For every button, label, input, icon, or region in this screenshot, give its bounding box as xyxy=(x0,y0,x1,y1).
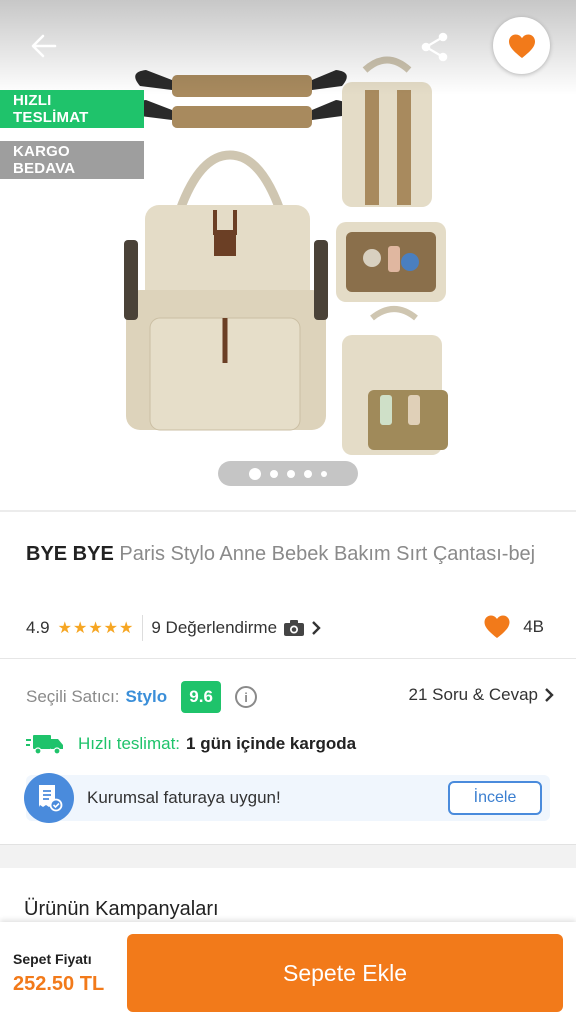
reviews-link[interactable]: 9 Değerlendirme xyxy=(151,618,321,638)
info-icon[interactable]: i xyxy=(235,686,258,708)
chevron-right-icon xyxy=(312,621,321,635)
fast-delivery-value: 1 gün içinde kargoda xyxy=(186,734,357,753)
section-separator xyxy=(0,844,576,868)
bottom-purchase-bar: Sepet Fiyatı 252.50 TL Sepete Ekle xyxy=(0,922,576,1024)
review-button[interactable]: İncele xyxy=(448,781,542,815)
favorites-count: 4B xyxy=(483,614,544,639)
back-button[interactable] xyxy=(24,26,64,66)
seller-name-link[interactable]: Stylo xyxy=(126,687,168,707)
free-shipping-badge: KARGO BEDAVA xyxy=(0,141,144,179)
delivery-truck-icon xyxy=(26,735,63,755)
rating-stars: ★★★★★ xyxy=(57,620,135,637)
reviews-count: 9 Değerlendirme xyxy=(151,618,278,637)
pagination-dot[interactable] xyxy=(287,469,295,478)
top-gradient xyxy=(0,0,576,95)
divider xyxy=(0,510,576,512)
backpack-open-view-image xyxy=(336,222,446,302)
product-image xyxy=(124,56,448,455)
invoice-icon xyxy=(24,773,74,823)
pagination-dot[interactable] xyxy=(270,469,278,478)
qa-link-label: 21 Soru & Cevap xyxy=(408,685,538,704)
seller-score-badge: 9.6 xyxy=(181,681,222,713)
seller-row: Seçili Satıcı: Stylo 9.6 i 21 Soru & Cev… xyxy=(26,680,554,714)
delivery-row: Hızlı teslimat: 1 gün içinde kargoda xyxy=(26,731,356,757)
campaigns-section-title: Ürünün Kampanyaları xyxy=(24,898,219,920)
gallery-pagination[interactable] xyxy=(218,461,358,486)
share-button[interactable] xyxy=(414,26,456,68)
invoice-text: Kurumsal faturaya uygun! xyxy=(87,788,281,807)
backpack-pocket-view-image xyxy=(342,306,448,455)
share-icon xyxy=(421,32,448,62)
corporate-invoice-banner: Kurumsal faturaya uygun! İncele xyxy=(24,773,550,823)
fast-delivery-badge: HIZLI TESLİMAT xyxy=(0,90,144,128)
questions-answers-link[interactable]: 21 Soru & Cevap xyxy=(409,685,554,705)
pagination-dot[interactable] xyxy=(304,469,312,478)
divider xyxy=(0,658,576,659)
arrow-left-icon xyxy=(31,34,57,58)
favorites-count-value: 4B xyxy=(523,616,544,636)
product-name: Paris Stylo Anne Bebek Bakım Sırt Çantas… xyxy=(119,543,536,565)
rating-value: 4.9 xyxy=(26,618,50,637)
main-backpack-image xyxy=(124,150,328,431)
product-image-gallery[interactable]: HIZLI TESLİMAT KARGO BEDAVA xyxy=(0,0,576,510)
favorite-button[interactable] xyxy=(493,17,550,74)
rating-row: 4.9 ★★★★★ 9 Değerlendirme 4B xyxy=(26,614,550,642)
camera-icon xyxy=(284,620,305,636)
product-title: BYE BYE Paris Stylo Anne Bebek Bakım Sır… xyxy=(26,541,546,568)
heart-icon xyxy=(508,34,535,58)
product-brand[interactable]: BYE BYE xyxy=(26,543,114,565)
cart-price-value: 252.50 TL xyxy=(13,973,105,995)
divider xyxy=(142,615,144,641)
fast-delivery-label: Hızlı teslimat: xyxy=(78,734,181,753)
seller-label: Seçili Satıcı: xyxy=(26,687,120,706)
heart-icon xyxy=(484,615,510,639)
pagination-dot[interactable] xyxy=(249,467,261,480)
cart-price-label: Sepet Fiyatı xyxy=(13,951,92,967)
chevron-right-icon xyxy=(545,688,554,702)
pagination-dot[interactable] xyxy=(321,470,327,477)
add-to-cart-button[interactable]: Sepete Ekle xyxy=(127,934,563,1012)
